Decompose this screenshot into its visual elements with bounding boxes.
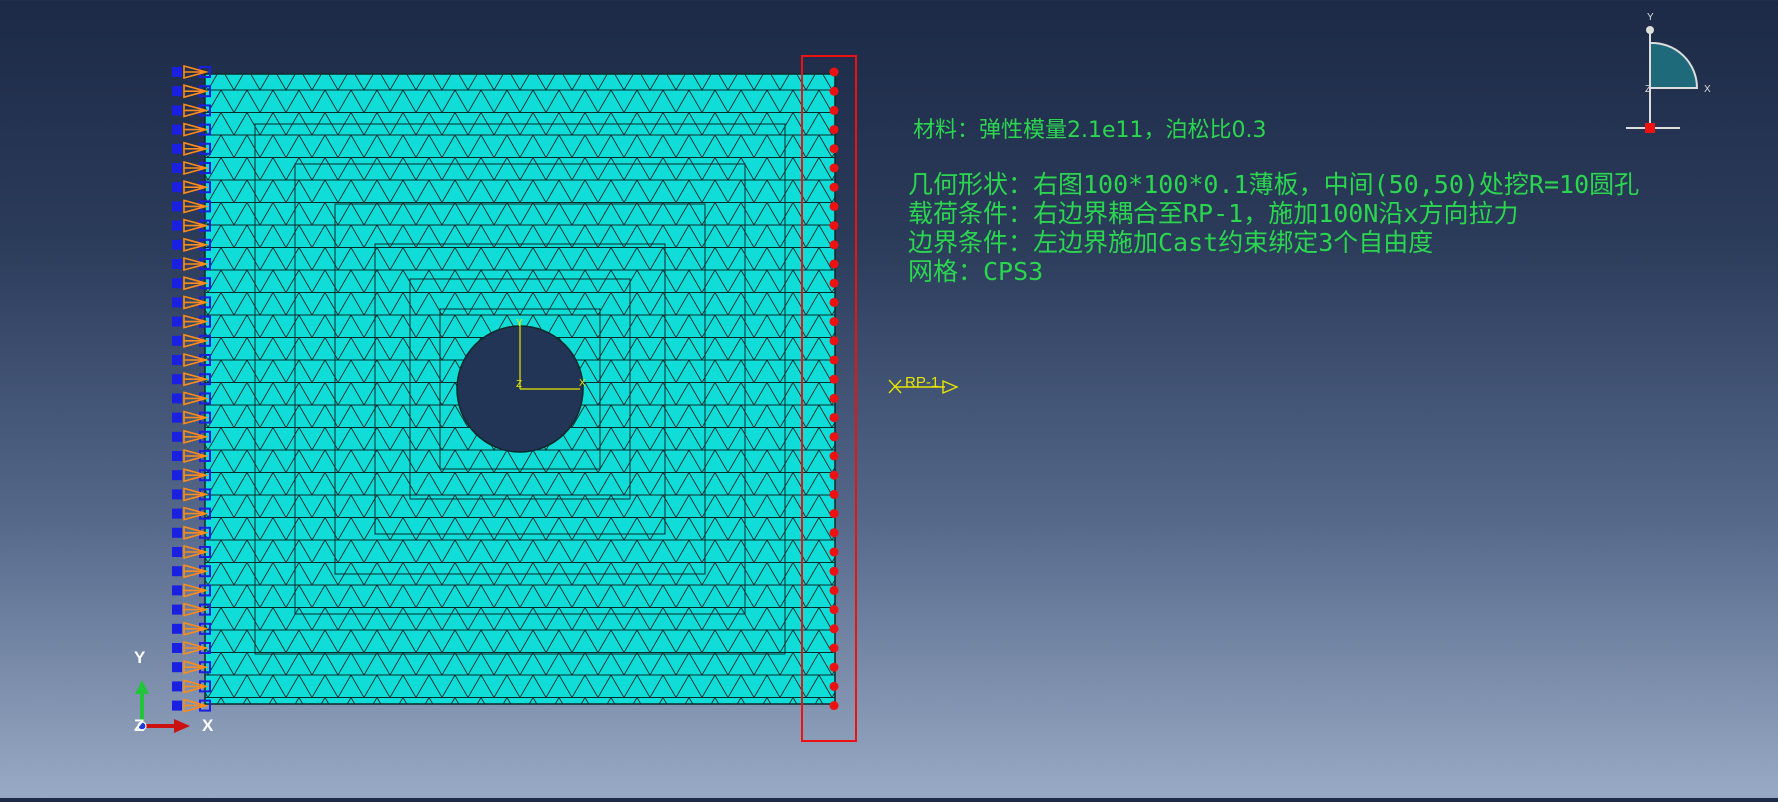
model-canvas[interactable]: Y X Z RP-1 Y X Z [0, 0, 1778, 798]
coupling-node-icon [829, 662, 839, 672]
coupling-node-icon [829, 336, 839, 346]
bc-node-icon [172, 182, 182, 193]
geometry-annotation: 几何形状：右图100*100*0.1薄板，中间(50,50)处挖R=10圆孔 [908, 170, 1640, 199]
bc-node-icon [172, 239, 182, 250]
hole-csys-y: Y [516, 318, 523, 329]
boundary-annotation: 边界条件：左边界施加Cast约束绑定3个自由度 [908, 228, 1434, 257]
coupling-node-icon [829, 125, 839, 135]
bc-node-icon [172, 220, 182, 231]
bc-node-icon [172, 604, 182, 615]
bc-node-icon [172, 585, 182, 596]
bc-node-icon [172, 335, 182, 346]
coupling-node-icon [829, 201, 839, 211]
coupling-node-icon [829, 585, 839, 595]
coupling-node-icon [829, 643, 839, 653]
triad-y-label: Y [134, 648, 146, 667]
bc-node-icon [172, 67, 182, 77]
bc-node-icon [172, 278, 182, 289]
bc-node-icon [172, 124, 182, 135]
coupling-node-icon [829, 566, 839, 576]
load-annotation: 载荷条件：右边界耦合至RP-1，施加100N沿x方向拉力 [908, 199, 1519, 228]
triad-z-label: Z [134, 716, 145, 735]
bc-node-icon [172, 508, 182, 519]
abaqus-viewport[interactable]: Y X Z RP-1 Y X Z Y X Z 材料：弹性模量2.1e11，泊松比… [0, 0, 1778, 798]
bc-node-icon [172, 431, 182, 442]
load-arrow-icon [942, 379, 959, 395]
bc-node-icon [172, 623, 182, 634]
bc-node-icon [172, 451, 182, 461]
bc-node-icon [172, 662, 182, 673]
hole-csys-z: Z [516, 379, 522, 390]
coupling-node-icon [829, 393, 839, 403]
coupling-node-icon [829, 163, 839, 173]
bc-node-icon [172, 566, 182, 577]
bc-node-icon [172, 547, 182, 557]
view-cube-x: X [1704, 84, 1711, 95]
coupling-node-icon [829, 624, 839, 634]
coupling-node-icon [829, 297, 839, 307]
bc-node-icon [172, 393, 182, 404]
coupling-node-icon [829, 317, 839, 327]
coupling-node-icon [829, 67, 839, 77]
coupling-node-icon [829, 182, 839, 192]
coupling-node-icon [829, 432, 839, 442]
coupling-node-icon [829, 240, 839, 250]
bc-node-icon [172, 412, 182, 423]
coupling-node-icon [829, 681, 839, 691]
view-cube-y: Y [1647, 12, 1654, 23]
bc-node-icon [172, 355, 182, 365]
coupling-node-icon [829, 278, 839, 288]
reference-point-rp1[interactable]: RP-1 [888, 374, 959, 395]
hole-csys-x: X [579, 378, 586, 389]
coupling-node-icon [829, 470, 839, 480]
coupling-node-icon [829, 105, 839, 115]
mesh-annotation: 网格：CPS3 [908, 257, 1044, 286]
bc-node-icon [172, 489, 182, 500]
coupling-node-icon [829, 86, 839, 96]
bc-node-icon [172, 374, 182, 385]
coupling-node-icon [829, 605, 839, 615]
bc-node-icon [172, 201, 182, 212]
coupling-node-icon [829, 489, 839, 499]
bc-node-icon [172, 470, 182, 481]
coupling-node-icon [829, 509, 839, 519]
coupling-node-icon [829, 374, 839, 384]
coupling-node-icon [829, 144, 839, 154]
coupling-node-icon [829, 221, 839, 231]
coupling-node-icon [829, 451, 839, 461]
view-cube-icon[interactable]: Y X Z [1626, 12, 1711, 133]
bc-node-icon [172, 700, 182, 711]
bc-node-icon [172, 297, 182, 308]
coupling-node-icon [829, 547, 839, 557]
bc-node-icon [172, 681, 182, 692]
bc-node-icon [172, 143, 182, 154]
coupling-node-icon [829, 701, 839, 711]
bc-node-icon [172, 316, 182, 327]
bc-node-icon [172, 86, 182, 97]
bc-node-icon [172, 259, 182, 269]
plate-mesh[interactable]: Y X Z [204, 73, 836, 705]
coupling-node-icon [829, 355, 839, 365]
view-cube-z: Z [1645, 84, 1651, 95]
coupling-node-icon [829, 259, 839, 269]
rp1-label: RP-1 [905, 374, 939, 391]
bc-node-icon [172, 527, 182, 538]
bc-node-icon [172, 105, 182, 116]
triad-x-label: X [202, 716, 214, 735]
coupling-node-icon [829, 413, 839, 423]
material-annotation: 材料：弹性模量2.1e11，泊松比0.3 [913, 118, 1267, 143]
coupling-node-icon [829, 528, 839, 538]
bc-node-icon [172, 163, 182, 173]
bc-node-icon [172, 643, 182, 653]
